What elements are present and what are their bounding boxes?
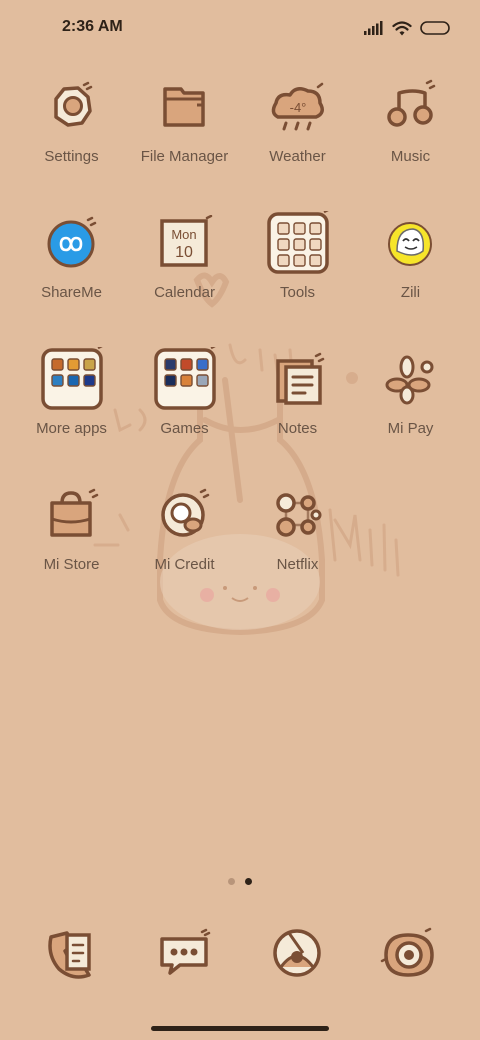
cloud-icon: -4° bbox=[265, 74, 331, 140]
app-label: Music bbox=[390, 148, 431, 165]
app-more-apps[interactable]: More apps bbox=[15, 342, 128, 462]
gear-icon bbox=[39, 74, 105, 140]
dock-phone[interactable] bbox=[38, 922, 104, 988]
calendar-icon: Mon 10 bbox=[152, 210, 218, 276]
status-bar: 2:36 AM bbox=[0, 0, 480, 56]
app-label: Netflix bbox=[276, 556, 319, 573]
app-mi-store[interactable]: Mi Store bbox=[15, 478, 128, 598]
app-mi-pay[interactable]: Mi Pay bbox=[354, 342, 467, 462]
page-dot-1[interactable] bbox=[228, 878, 235, 885]
app-label: Notes bbox=[277, 420, 318, 437]
app-settings[interactable]: Settings bbox=[15, 70, 128, 190]
app-label: Calendar bbox=[154, 284, 215, 301]
app-label: ShareMe bbox=[41, 284, 102, 301]
games-folder-icon bbox=[152, 346, 218, 412]
calendar-day: Mon bbox=[171, 227, 196, 242]
phone-icon bbox=[43, 925, 99, 986]
app-weather[interactable]: -4° Weather bbox=[241, 70, 354, 190]
app-zili[interactable]: Zili bbox=[354, 206, 467, 326]
app-label: Games bbox=[160, 420, 209, 437]
home-indicator[interactable] bbox=[151, 1026, 329, 1031]
notes-icon bbox=[265, 346, 331, 412]
tools-folder-icon bbox=[265, 210, 331, 276]
app-label: Mi Credit bbox=[154, 556, 215, 573]
app-mi-credit[interactable]: Mi Credit bbox=[128, 478, 241, 598]
app-label: Zili bbox=[400, 284, 421, 301]
signal-icon bbox=[364, 21, 384, 35]
app-label: More apps bbox=[36, 420, 107, 437]
calendar-date: 10 bbox=[175, 244, 193, 261]
page-indicator bbox=[0, 878, 480, 888]
weather-temp: -4° bbox=[289, 100, 306, 115]
app-tools[interactable]: Tools bbox=[241, 206, 354, 326]
more-apps-folder-icon bbox=[39, 346, 105, 412]
app-label: Tools bbox=[279, 284, 316, 301]
music-note-icon bbox=[378, 74, 444, 140]
mi-credit-icon bbox=[152, 482, 218, 548]
app-file-manager[interactable]: File Manager bbox=[128, 70, 241, 190]
netflix-icon bbox=[265, 482, 331, 548]
folder-icon bbox=[152, 74, 218, 140]
app-label: Mi Pay bbox=[387, 420, 434, 437]
infinity-icon bbox=[39, 210, 105, 276]
dock-browser[interactable] bbox=[264, 922, 330, 988]
app-label: Mi Store bbox=[43, 556, 100, 573]
messages-icon bbox=[156, 925, 212, 986]
mi-pay-icon bbox=[378, 346, 444, 412]
zili-face-icon bbox=[378, 210, 444, 276]
app-games[interactable]: Games bbox=[128, 342, 241, 462]
camera-icon bbox=[380, 925, 440, 986]
app-label: Weather bbox=[269, 148, 326, 165]
shopping-bag-icon bbox=[39, 482, 105, 548]
browser-icon bbox=[269, 925, 325, 986]
app-music[interactable]: Music bbox=[354, 70, 467, 190]
app-shareme[interactable]: ShareMe bbox=[15, 206, 128, 326]
battery-icon bbox=[420, 21, 450, 35]
app-calendar[interactable]: Mon 10 Calendar bbox=[128, 206, 241, 326]
dock-messages[interactable] bbox=[151, 922, 217, 988]
status-time: 2:36 AM bbox=[62, 18, 123, 35]
app-notes[interactable]: Notes bbox=[241, 342, 354, 462]
app-label: Settings bbox=[44, 148, 99, 165]
app-label: File Manager bbox=[140, 148, 229, 165]
page-dot-2[interactable] bbox=[245, 878, 252, 885]
wifi-icon bbox=[392, 20, 412, 36]
app-netflix[interactable]: Netflix bbox=[241, 478, 354, 598]
dock-camera[interactable] bbox=[377, 922, 443, 988]
